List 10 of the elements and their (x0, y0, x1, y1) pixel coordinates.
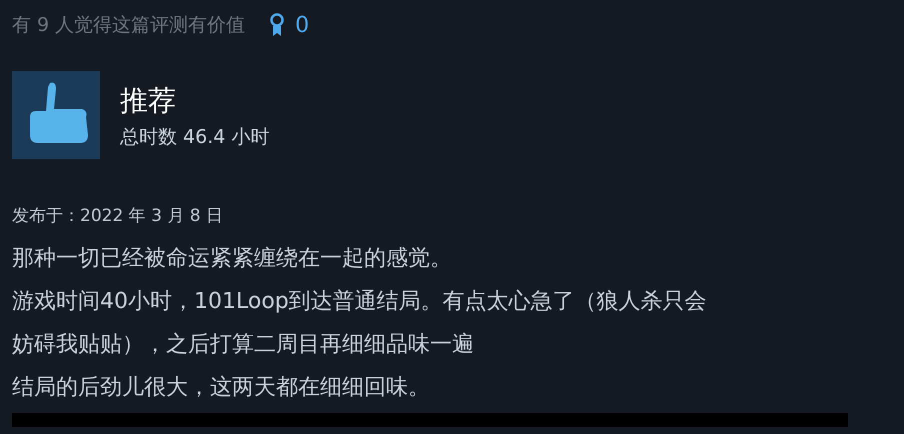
review-text-line: 结局的后劲儿很大，这两天都在细细回味。 (12, 374, 430, 402)
playtime-text: 总时数 46.4 小时 (120, 125, 270, 149)
award-icon (269, 13, 286, 37)
review-text-line: 妨碍我贴贴），之后打算二周目再细细品味一遍 (12, 331, 474, 359)
award-count: 0 (295, 12, 310, 38)
verdict-title: 推荐 (120, 85, 176, 117)
review-text-line: 游戏时间40小时，101Loop到达普通结局。有点太心急了（狼人杀只会 (12, 288, 707, 316)
review-text-line: 那种一切已经被命运紧紧缠绕在一起的感觉。 (12, 245, 452, 273)
posted-date: 发布于：2022 年 3 月 8 日 (12, 205, 223, 227)
helpful-count-text: 有 9 人觉得这篇评测有价值 (12, 13, 246, 38)
